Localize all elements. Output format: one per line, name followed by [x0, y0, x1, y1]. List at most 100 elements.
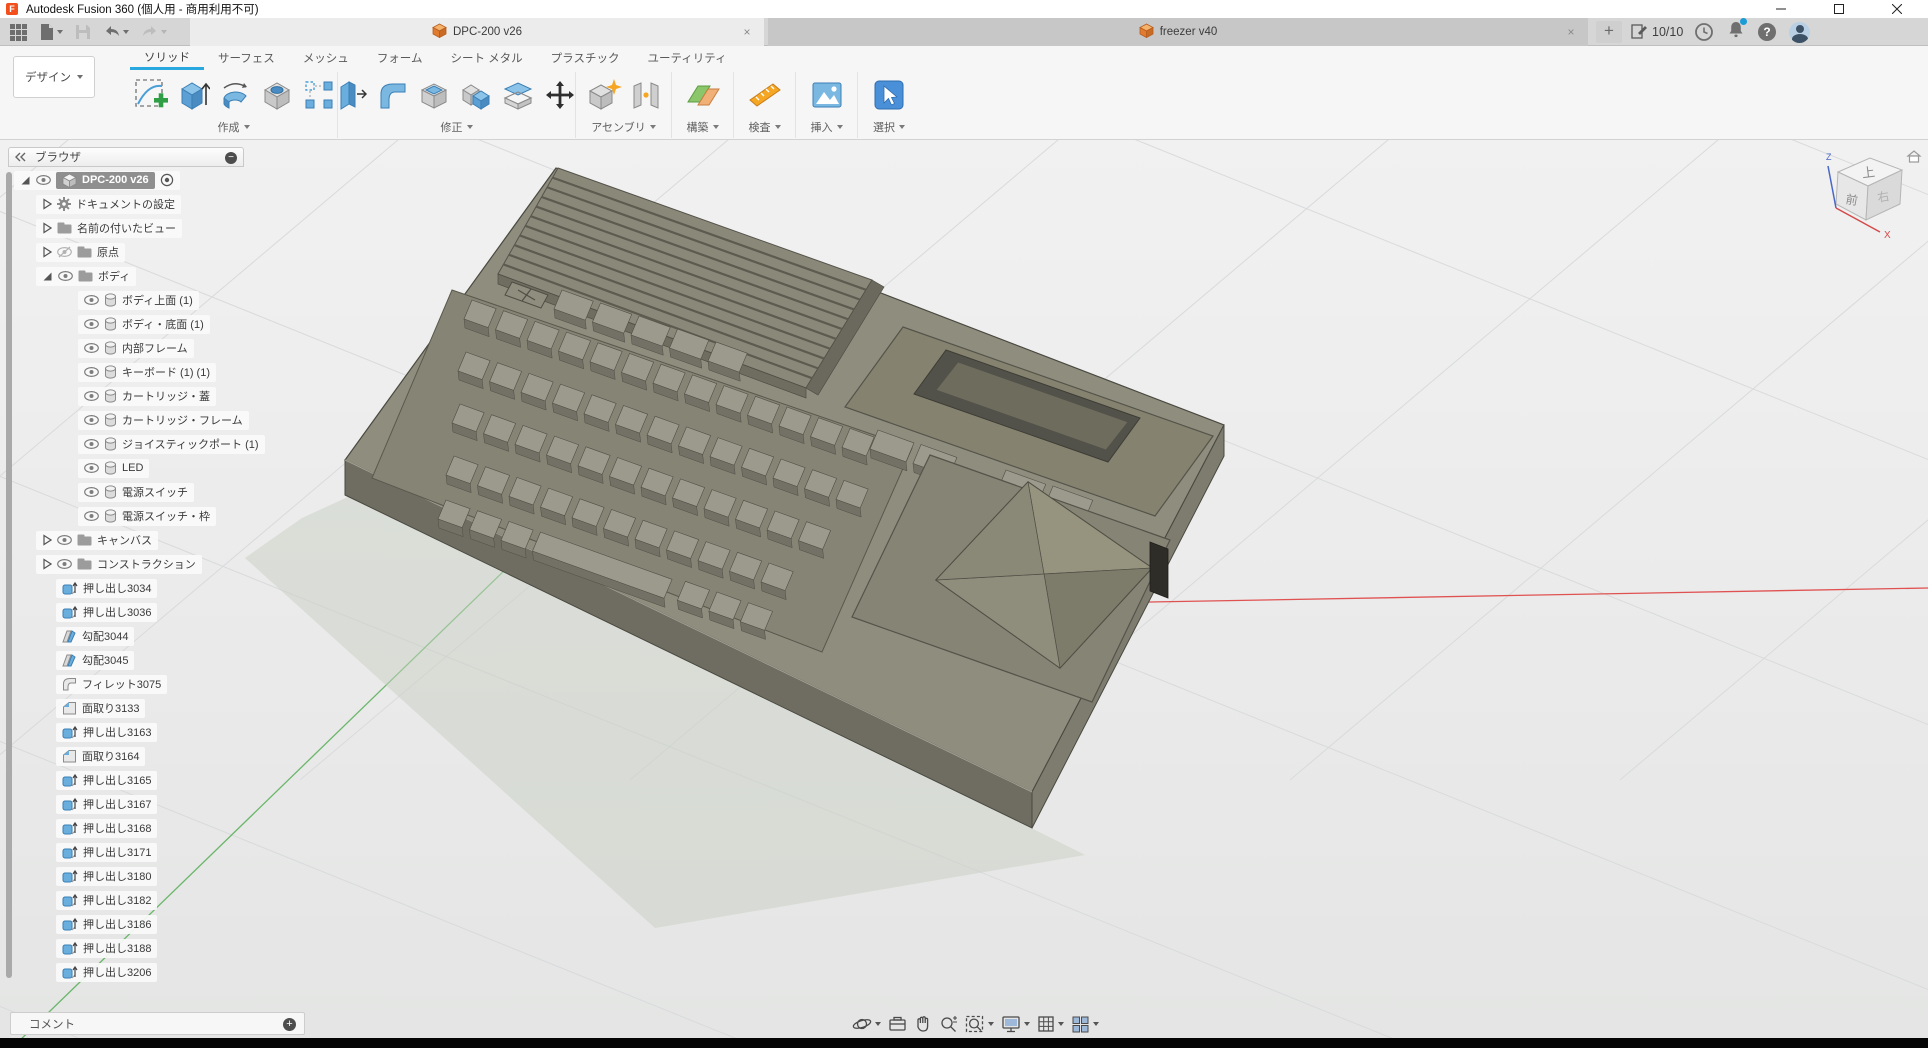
new-tab-button[interactable]: +	[1596, 21, 1622, 43]
plus-circle-icon[interactable]: +	[283, 1018, 296, 1031]
tree-row-5[interactable]: ボディ上面 (1)	[8, 290, 199, 310]
tree-row-0[interactable]: DPC-200 v26	[8, 170, 180, 190]
tree-row-12[interactable]: LED	[8, 458, 149, 478]
tree-row-13[interactable]: 電源スイッチ	[8, 482, 194, 502]
eye-visible-icon[interactable]	[57, 559, 72, 569]
ribbon-tab-6[interactable]: ユーティリティ	[633, 46, 740, 70]
combine-icon[interactable]	[459, 78, 493, 112]
close-tab-icon[interactable]: ×	[1564, 25, 1578, 39]
tree-row-17[interactable]: 押し出し3034	[8, 578, 157, 598]
select-cursor-icon[interactable]	[873, 79, 905, 111]
viewcube-front-face[interactable]: 前	[1845, 191, 1859, 208]
eye-visible-icon[interactable]	[84, 415, 99, 425]
3d-viewport[interactable]	[0, 140, 1928, 1038]
undo-icon[interactable]	[99, 23, 133, 42]
group-label-inspect[interactable]: 検査	[749, 118, 781, 136]
tree-row-29[interactable]: 押し出し3180	[8, 866, 157, 886]
extrude-icon[interactable]	[178, 77, 210, 113]
eye-visible-icon[interactable]	[84, 319, 99, 329]
triangle-collapsed-icon[interactable]	[42, 558, 52, 570]
revolve-icon[interactable]	[218, 78, 252, 112]
triangle-collapsed-icon[interactable]	[42, 222, 52, 234]
close-icon[interactable]	[1868, 0, 1926, 18]
eye-visible-icon[interactable]	[84, 439, 99, 449]
app-grid-icon[interactable]	[6, 22, 31, 43]
eye-hidden-icon[interactable]	[57, 246, 72, 258]
viewcube-right-face[interactable]: 右	[1876, 188, 1890, 205]
tree-row-21[interactable]: フィレット3075	[8, 674, 167, 694]
tree-row-33[interactable]: 押し出し3206	[8, 962, 157, 982]
pattern-icon[interactable]	[302, 78, 336, 112]
group-label-modify[interactable]: 修正	[441, 118, 473, 136]
tree-row-26[interactable]: 押し出し3167	[8, 794, 157, 814]
eye-visible-icon[interactable]	[36, 175, 51, 185]
eye-visible-icon[interactable]	[84, 295, 99, 305]
eye-visible-icon[interactable]	[84, 487, 99, 497]
tree-row-22[interactable]: 面取り3133	[8, 698, 145, 718]
eye-visible-icon[interactable]	[57, 535, 72, 545]
eye-visible-icon[interactable]	[58, 271, 73, 281]
group-label-create[interactable]: 作成	[218, 118, 250, 136]
eye-visible-icon[interactable]	[84, 367, 99, 377]
tree-row-23[interactable]: 押し出し3163	[8, 722, 157, 742]
help-icon[interactable]: ?	[1758, 23, 1776, 41]
tab-freezer[interactable]: freezer v40 ×	[768, 18, 1588, 46]
group-label-insert[interactable]: 挿入	[811, 118, 843, 136]
hole-icon[interactable]	[260, 78, 294, 112]
eye-visible-icon[interactable]	[84, 391, 99, 401]
browser-header[interactable]: ブラウザ −	[8, 147, 244, 167]
tree-row-28[interactable]: 押し出し3171	[8, 842, 157, 862]
comment-bar[interactable]: コメント +	[10, 1012, 305, 1035]
triangle-collapsed-icon[interactable]	[42, 198, 52, 210]
measure-icon[interactable]	[747, 78, 783, 112]
ribbon-tab-0[interactable]: ソリッド	[130, 46, 204, 70]
view-cube[interactable]: 上 前 右 Z X	[1822, 146, 1926, 262]
minimize-icon[interactable]	[1752, 0, 1810, 18]
clock-icon[interactable]	[1694, 22, 1714, 42]
tab-dpc-200[interactable]: DPC-200 v26 ×	[190, 18, 764, 46]
joint-icon[interactable]	[630, 78, 662, 112]
create-sketch-icon[interactable]	[132, 76, 170, 114]
tree-row-31[interactable]: 押し出し3186	[8, 914, 157, 934]
triangle-collapsed-icon[interactable]	[42, 246, 52, 258]
insert-image-icon[interactable]	[810, 80, 844, 110]
tree-row-24[interactable]: 面取り3164	[8, 746, 145, 766]
tree-row-30[interactable]: 押し出し3182	[8, 890, 157, 910]
group-label-construct[interactable]: 構築	[687, 118, 719, 136]
triangle-collapsed-icon[interactable]	[42, 534, 52, 546]
design-workspace-menu[interactable]: デザイン	[13, 56, 95, 98]
ribbon-tab-4[interactable]: シート メタル	[436, 46, 536, 70]
home-icon[interactable]	[1908, 151, 1920, 162]
activate-radio-icon[interactable]	[160, 173, 174, 187]
ribbon-tab-5[interactable]: プラスチック	[537, 46, 634, 70]
triangle-expanded-icon[interactable]	[20, 175, 31, 186]
minus-circle-icon[interactable]: −	[225, 152, 237, 164]
tree-row-14[interactable]: 電源スイッチ・枠	[8, 506, 216, 526]
maximize-icon[interactable]	[1810, 0, 1868, 18]
redo-icon[interactable]	[137, 23, 171, 42]
eye-visible-icon[interactable]	[84, 343, 99, 353]
save-icon[interactable]	[71, 22, 95, 42]
tree-row-2[interactable]: 名前の付いたビュー	[8, 218, 182, 238]
grid-settings-icon[interactable]	[1037, 1015, 1064, 1033]
viewcube-top-face[interactable]: 上	[1861, 164, 1876, 180]
job-status-badge[interactable]: 10/10	[1630, 18, 1683, 46]
ribbon-tab-3[interactable]: フォーム	[363, 46, 437, 70]
ribbon-tab-2[interactable]: メッシュ	[289, 46, 363, 70]
tree-row-8[interactable]: キーボード (1) (1)	[8, 362, 216, 382]
pan-icon[interactable]	[914, 1015, 932, 1033]
fillet-icon[interactable]	[375, 78, 409, 112]
browser-scrollbar[interactable]	[6, 172, 12, 978]
look-at-icon[interactable]	[888, 1016, 907, 1033]
group-label-assemble[interactable]: アセンブリ	[591, 118, 655, 136]
tree-row-11[interactable]: ジョイスティックポート (1)	[8, 434, 265, 454]
move-icon[interactable]	[543, 78, 577, 112]
close-tab-icon[interactable]: ×	[740, 25, 754, 39]
tree-row-4[interactable]: ボディ	[8, 266, 136, 286]
tree-row-32[interactable]: 押し出し3188	[8, 938, 157, 958]
new-component-icon[interactable]	[586, 77, 622, 113]
construction-plane-icon[interactable]	[685, 78, 721, 112]
file-icon[interactable]	[35, 21, 67, 43]
tree-row-9[interactable]: カートリッジ・蓋	[8, 386, 216, 406]
eye-visible-icon[interactable]	[84, 463, 99, 473]
